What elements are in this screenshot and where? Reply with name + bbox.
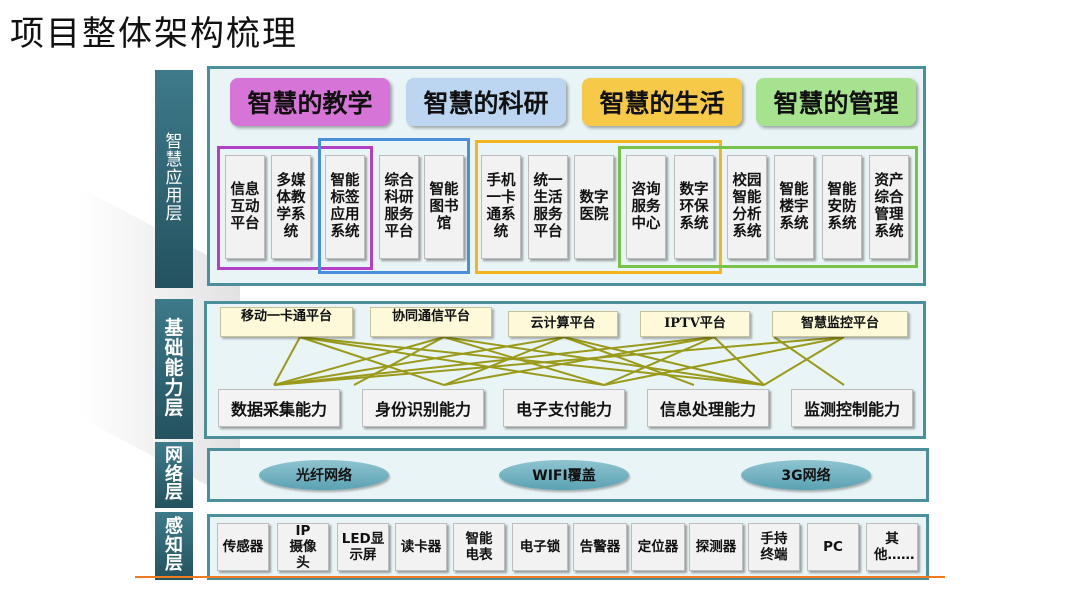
app-item: 多媒体教学系统 [271,155,311,259]
capability-item: 监测控制能力 [791,389,913,427]
platform-item: 移动一卡通平台 [220,307,353,337]
capability-item: 电子支付能力 [503,389,625,427]
layer-label-perception: 感知层 [155,512,193,580]
layer-label-perception-text: 感知层 [165,515,183,575]
layer-label-network: 网络层 [155,442,193,508]
app-item: 智能图书馆 [424,155,464,259]
layer-label-capability-text: 基础能力层 [164,317,184,419]
layer-label-network-text: 网络层 [165,444,183,504]
device-item: 定位器 [631,523,685,571]
device-item: 传感器 [217,523,269,571]
platform-item: 智慧监控平台 [772,311,908,337]
device-item: 电子锁 [512,523,568,571]
category-smart-teaching: 智慧的教学 [230,78,390,126]
category-smart-life: 智慧的生活 [582,78,742,126]
device-item: 读卡器 [395,523,447,571]
category-smart-research: 智慧的科研 [406,78,566,126]
app-item: 数字环保系统 [674,155,714,259]
page-title: 项目整体架构梳理 [10,14,298,54]
platform-item: 云计算平台 [508,311,618,337]
device-item: LED显示屏 [337,523,389,571]
app-item: 手机一卡通系统 [481,155,521,259]
capability-item: 信息处理能力 [647,389,769,427]
device-item: PC [807,523,859,571]
app-item: 咨询服务中心 [626,155,666,259]
app-item: 智能标签应用系统 [325,155,365,259]
platform-item: 协同通信平台 [370,307,492,337]
device-item: 探测器 [689,523,743,571]
app-item: 综合科研服务平台 [379,155,419,259]
network-item: WIFI覆盖 [499,460,629,490]
platform-item: IPTV平台 [640,311,750,337]
app-item: 智能安防系统 [822,155,862,259]
app-item: 资产综合管理系统 [869,155,909,259]
capability-item: 身份识别能力 [362,389,484,427]
device-item: 其他…… [866,523,918,571]
capability-item: 数据采集能力 [218,389,340,427]
network-item: 3G网络 [741,460,871,490]
app-item: 统一生活服务平台 [528,155,568,259]
category-smart-management: 智慧的管理 [756,78,916,126]
bottom-accent-line [135,576,945,578]
device-item: 告警器 [573,523,627,571]
network-item: 光纤网络 [259,460,389,490]
layer-label-application-text: 智慧应用层 [165,132,183,224]
app-item: 校园智能分析系统 [727,155,767,259]
app-item: 数字医院 [574,155,614,259]
device-item: IP 摄像头 [277,523,329,571]
device-item: 智能电表 [453,523,505,571]
app-item: 智能楼宇系统 [774,155,814,259]
app-item: 信息互动平台 [225,155,265,259]
device-item: 手持终端 [748,523,800,571]
layer-label-application: 智慧应用层 [155,70,193,288]
layer-label-capability: 基础能力层 [155,299,193,439]
